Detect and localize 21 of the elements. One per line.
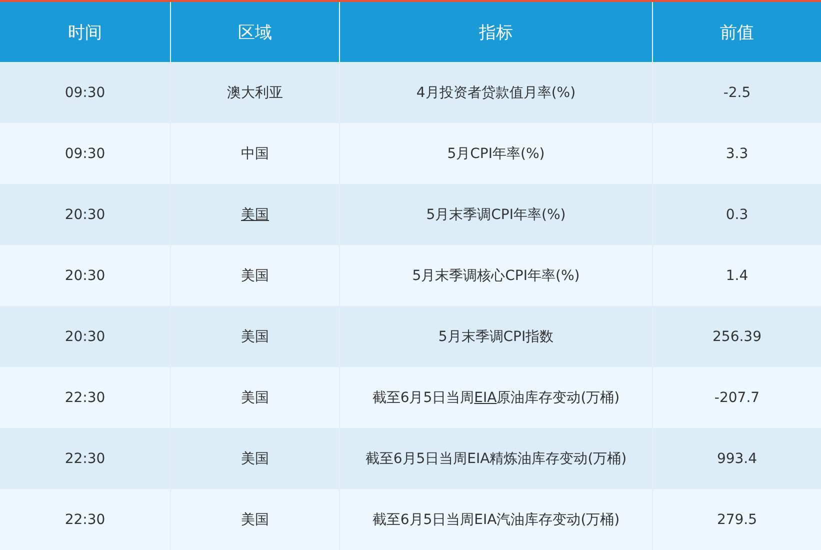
indicator-text: 截至6月5日当周EIA汽油库存变动(万桶): [372, 510, 620, 528]
table-cell-text: 279.5: [716, 510, 758, 530]
indicator-link[interactable]: EIA: [474, 390, 497, 406]
table-cell-text: 0.3: [724, 206, 750, 224]
indicator-text: 5月末季调CPI指数: [438, 328, 554, 346]
indicator-text: 截至6月5日当周EIA精炼油库存变动(万桶): [365, 450, 627, 468]
table-cell-text: -207.7: [713, 388, 761, 408]
indicator-text: 4月投资者贷款值月率(%): [416, 84, 576, 102]
table-cell-text: 256.39: [712, 328, 762, 346]
indicator-text: 5月CPI年率(%): [447, 144, 545, 162]
table-cell-text: 1.4: [724, 266, 750, 286]
table-cell-text: 993.4: [716, 450, 758, 468]
table-cell-text: -2.5: [722, 84, 752, 102]
indicator-text: 5月末季调核心CPI年率(%): [412, 266, 580, 284]
table-cell: 22:30: [0, 489, 171, 550]
table-cell: 美国: [171, 489, 340, 550]
column-header: 前值: [719, 22, 755, 44]
table-cell-text: 3.3: [724, 144, 750, 164]
indicator-text: 截至6月5日当周EIA原油库存变动(万桶): [372, 388, 620, 406]
region-link[interactable]: 美国: [241, 206, 269, 224]
indicator-text: 5月末季调CPI年率(%): [426, 206, 566, 224]
